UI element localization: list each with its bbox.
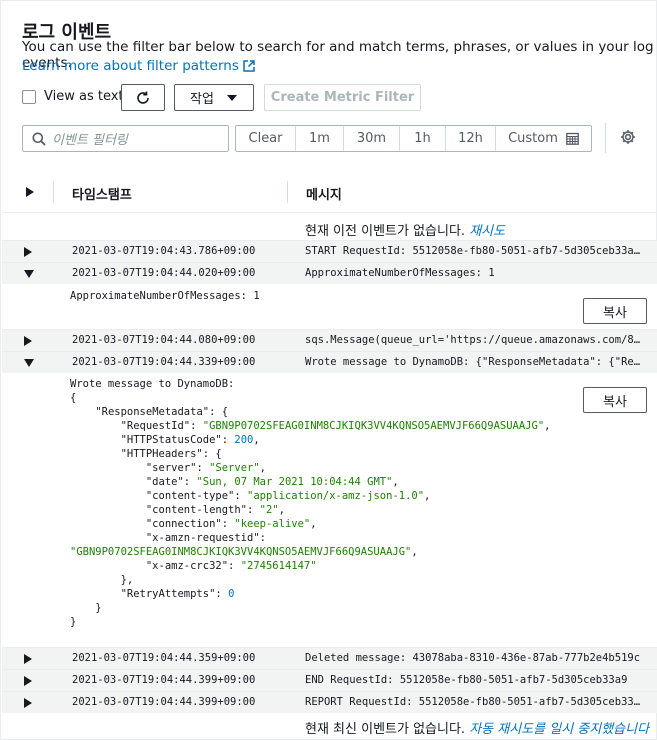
- expand-row-icon[interactable]: [24, 676, 32, 686]
- calendar-icon: [566, 132, 579, 145]
- create-metric-filter-label: Create Metric Filter: [270, 90, 415, 105]
- toolbar-divider: [605, 123, 606, 153]
- expanded-log-text[interactable]: ApproximateNumberOfMessages: 1: [70, 289, 260, 303]
- log-timestamp: 2021-03-07T19:04:44.399+09:00: [72, 696, 256, 708]
- json-key: "content-length": [145, 504, 248, 516]
- json-key: "connection": [145, 518, 222, 530]
- time-range-30m[interactable]: 30m: [344, 126, 400, 151]
- column-header-timestamp[interactable]: 타임스탬프: [72, 184, 132, 203]
- time-range-12h[interactable]: 12h: [446, 126, 496, 151]
- expanded-log-detail: ApproximateNumberOfMessages: 1 복사: [2, 284, 657, 329]
- no-older-events-text: 현재 이전 이벤트가 없습니다.: [305, 224, 466, 239]
- log-row[interactable]: 2021-03-07T19:04:44.339+09:00 Wrote mess…: [2, 351, 657, 373]
- event-filter-input[interactable]: 이벤트 필터링: [22, 125, 229, 152]
- log-timestamp: 2021-03-07T19:04:44.080+09:00: [72, 334, 256, 346]
- no-newer-events-text: 현재 최신 이벤트가 없습니다.: [305, 722, 466, 737]
- log-message: REPORT RequestId: 5512058e-fb80-5051-afb…: [305, 696, 643, 708]
- json-string-value: "2745614147": [240, 560, 317, 572]
- json-string-value: "application/x-amz-json-1.0": [247, 490, 425, 502]
- log-timestamp: 2021-03-07T19:04:44.339+09:00: [72, 356, 256, 368]
- json-string-value: "keep-alive": [234, 518, 311, 530]
- log-row[interactable]: 2021-03-07T19:04:44.399+09:00 END Reques…: [2, 669, 657, 691]
- create-metric-filter-button[interactable]: Create Metric Filter: [264, 84, 421, 111]
- column-divider: [287, 181, 288, 203]
- json-key: "x-amzn-requestid": [145, 532, 260, 544]
- preferences-button[interactable]: [620, 129, 636, 148]
- refresh-icon: [137, 91, 149, 104]
- log-row[interactable]: 2021-03-07T19:04:44.080+09:00 sqs.Messag…: [2, 329, 657, 351]
- view-as-text-checkbox[interactable]: [22, 89, 36, 104]
- json-number-value: 200: [234, 434, 254, 446]
- json-key: "server": [145, 462, 197, 474]
- filter-placeholder: 이벤트 필터링: [52, 133, 128, 148]
- log-timestamp: 2021-03-07T19:04:43.786+09:00: [72, 245, 256, 257]
- learn-more-label[interactable]: Learn more about filter patterns: [22, 58, 239, 74]
- actions-label: 작업: [190, 92, 214, 107]
- refresh-button[interactable]: [121, 84, 165, 111]
- no-older-events-notice: 현재 이전 이벤트가 없습니다. 재시도: [305, 220, 505, 239]
- gear-icon: [621, 130, 635, 144]
- log-message: ApproximateNumberOfMessages: 1: [305, 267, 495, 279]
- time-range-1m[interactable]: 1m: [296, 126, 344, 151]
- json-key: "HTTPHeaders": [120, 448, 203, 460]
- log-message: sqs.Message(queue_url='https://queue.ama…: [305, 334, 643, 346]
- expand-all-icon[interactable]: [26, 187, 34, 197]
- log-timestamp: 2021-03-07T19:04:44.359+09:00: [72, 652, 256, 664]
- expand-row-icon[interactable]: [24, 247, 32, 257]
- time-range-selector: Clear 1m 30m 1h 12h Custom: [235, 125, 592, 152]
- expand-row-icon[interactable]: [24, 654, 32, 664]
- external-link-icon: [243, 60, 255, 72]
- time-range-clear[interactable]: Clear: [236, 126, 296, 151]
- log-row[interactable]: 2021-03-07T19:04:44.359+09:00 Deleted me…: [2, 647, 657, 669]
- time-range-custom[interactable]: Custom: [496, 126, 591, 151]
- log-timestamp: 2021-03-07T19:04:44.020+09:00: [72, 267, 256, 279]
- log-row[interactable]: 2021-03-07T19:04:43.786+09:00 START Requ…: [2, 240, 657, 262]
- view-as-text-toggle[interactable]: View as text: [22, 89, 124, 104]
- json-key: "x-amz-crc32": [145, 560, 229, 572]
- collapse-row-icon[interactable]: [24, 359, 34, 367]
- caret-down-icon: [226, 94, 237, 101]
- json-string-value: "GBN9P0702SFEAG0INM8CJKIQK3VV4KQNSO5AEMV…: [70, 546, 412, 558]
- log-timestamp: 2021-03-07T19:04:44.399+09:00: [72, 674, 256, 686]
- expand-row-icon[interactable]: [24, 698, 32, 708]
- expanded-log-detail: Wrote message to DynamoDB: { "ResponseMe…: [2, 373, 657, 647]
- json-number-value: 0: [228, 588, 235, 600]
- log-message: START RequestId: 5512058e-fb80-5051-afb7…: [305, 245, 643, 257]
- json-key: "HTTPStatusCode": [120, 434, 222, 446]
- column-divider: [53, 181, 54, 203]
- table-header: 타임스탬프 메시지: [2, 171, 657, 213]
- log-events-panel: 로그 이벤트 You can use the filter bar below …: [0, 0, 657, 740]
- view-as-text-label: View as text: [44, 89, 124, 104]
- collapse-row-icon[interactable]: [24, 270, 34, 278]
- search-icon: [32, 132, 46, 146]
- json-key: "RetryAttempts": [120, 588, 216, 600]
- learn-more-link[interactable]: Learn more about filter patterns: [22, 58, 255, 74]
- copy-button[interactable]: 복사: [583, 387, 647, 413]
- json-key: "content-type": [145, 490, 235, 502]
- time-range-1h[interactable]: 1h: [400, 126, 446, 151]
- auto-retry-paused-link[interactable]: 자동 재시도를 일시 중지했습니다: [469, 722, 649, 737]
- json-string-value: "Server": [209, 462, 260, 474]
- json-key: "ResponseMetadata": [95, 406, 210, 418]
- expanded-json[interactable]: Wrote message to DynamoDB: { "ResponseMe…: [70, 377, 550, 629]
- json-intro: Wrote message to DynamoDB:: [70, 378, 235, 390]
- log-message: Wrote message to DynamoDB: {"ResponseMet…: [305, 356, 643, 368]
- expand-row-icon[interactable]: [24, 336, 32, 346]
- json-key: "date": [145, 476, 184, 488]
- json-key: "RequestId": [120, 420, 191, 432]
- log-row[interactable]: 2021-03-07T19:04:44.020+09:00 Approximat…: [2, 262, 657, 284]
- copy-button[interactable]: 복사: [583, 298, 647, 324]
- json-string-value: "2": [259, 504, 279, 516]
- json-string-value: "GBN9P0702SFEAG0INM8CJKIQK3VV4KQNSO5AEMV…: [202, 420, 545, 432]
- no-newer-events-notice: 현재 최신 이벤트가 없습니다. 자동 재시도를 일시 중지했습니다: [305, 718, 657, 737]
- custom-label: Custom: [508, 131, 558, 146]
- log-message: END RequestId: 5512058e-fb80-5051-afb7-5…: [305, 674, 628, 686]
- log-message: Deleted message: 43078aba-8310-436e-87ab…: [305, 652, 641, 664]
- log-row[interactable]: 2021-03-07T19:04:44.399+09:00 REPORT Req…: [2, 691, 657, 713]
- column-header-message[interactable]: 메시지: [306, 184, 342, 203]
- actions-dropdown-button[interactable]: 작업: [174, 84, 254, 111]
- retry-link[interactable]: 재시도: [469, 224, 505, 239]
- json-string-value: "Sun, 07 Mar 2021 10:04:44 GMT": [196, 476, 393, 488]
